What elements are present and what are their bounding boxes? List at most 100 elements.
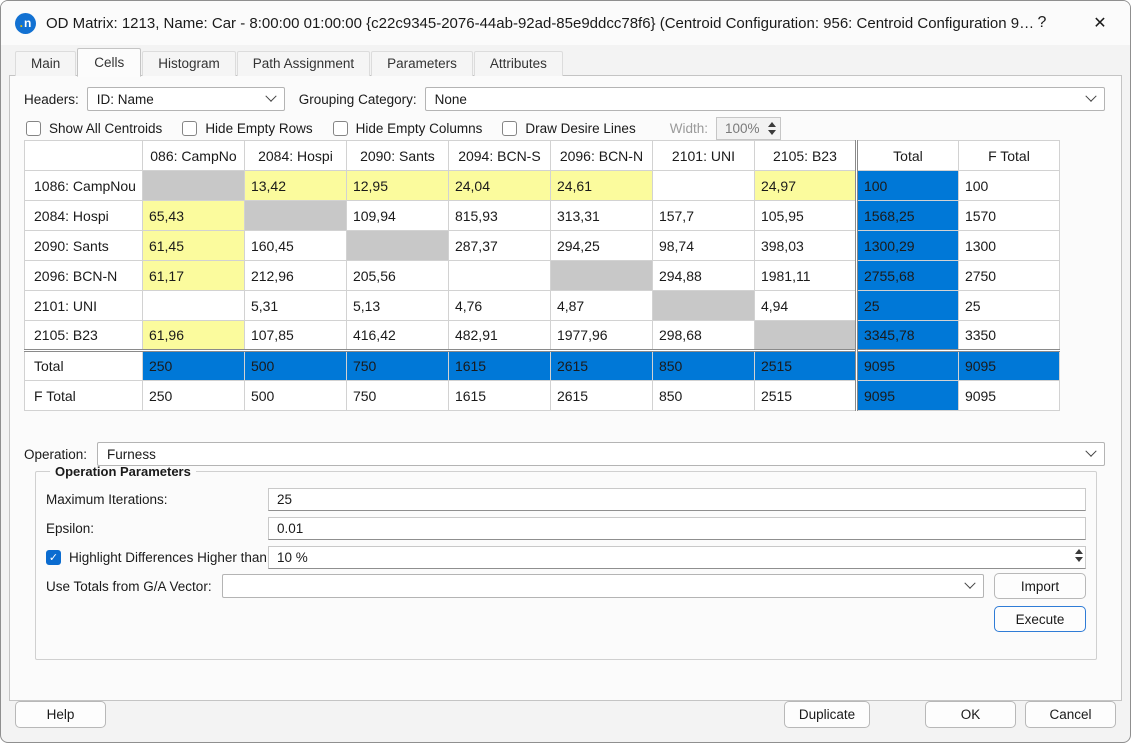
matrix-cell[interactable]: 205,56 — [345, 260, 449, 291]
matrix-col-header[interactable]: 2105: B23 — [753, 140, 857, 171]
matrix-cell[interactable]: 2615 — [549, 349, 653, 381]
matrix-cell[interactable]: 850 — [651, 349, 755, 381]
ok-button[interactable]: OK — [925, 701, 1016, 728]
matrix-col-header[interactable]: 2090: Sants — [345, 140, 449, 171]
matrix-cell[interactable]: 1615 — [447, 349, 551, 381]
checkbox-icon[interactable] — [332, 120, 348, 136]
matrix-cell[interactable]: 100 — [957, 170, 1060, 201]
matrix-cell[interactable]: 416,42 — [345, 320, 449, 351]
matrix-cell[interactable]: 157,7 — [651, 200, 755, 231]
matrix-cell[interactable]: 482,91 — [447, 320, 551, 351]
show-all-centroids-checkbox[interactable]: Show All Centroids — [26, 120, 162, 136]
tab-path-assignment[interactable]: Path Assignment — [236, 51, 371, 76]
matrix-cell[interactable]: 9095 — [957, 380, 1060, 411]
matrix-row-header[interactable]: 2105: B23 — [24, 320, 143, 351]
grouping-category-select[interactable]: None — [424, 87, 1105, 111]
matrix-cell[interactable]: 398,03 — [753, 230, 857, 261]
matrix-row-header[interactable]: Total — [24, 349, 143, 381]
matrix-cell[interactable] — [141, 290, 245, 321]
spin-down-icon[interactable] — [1075, 556, 1083, 562]
matrix-cell[interactable]: 61,96 — [141, 320, 245, 351]
matrix-row-header[interactable]: 2084: Hospi — [24, 200, 143, 231]
matrix-col-header[interactable]: Total — [854, 140, 959, 171]
matrix-cell[interactable]: 61,45 — [141, 230, 245, 261]
matrix-cell[interactable]: 294,25 — [549, 230, 653, 261]
tab-main[interactable]: Main — [15, 51, 77, 76]
spinner-arrows[interactable] — [1075, 548, 1083, 562]
width-spinner[interactable]: 100% — [715, 116, 781, 140]
matrix-row-header[interactable]: 1086: CampNou — [24, 170, 143, 201]
matrix-col-header[interactable]: 2094: BCN-S — [447, 140, 551, 171]
matrix-row-header[interactable]: 2096: BCN-N — [24, 260, 143, 291]
matrix-col-header[interactable]: F Total — [957, 140, 1060, 171]
matrix-cell[interactable]: 850 — [651, 380, 755, 411]
matrix-col-header[interactable]: 2084: Hospi — [243, 140, 347, 171]
matrix-row-header[interactable]: F Total — [24, 380, 143, 411]
matrix-cell[interactable]: 500 — [243, 349, 347, 381]
matrix-cell[interactable]: 1300,29 — [854, 230, 959, 261]
titlebar-help-button[interactable]: ? — [1026, 8, 1058, 38]
matrix-cell[interactable]: 3345,78 — [854, 320, 959, 351]
matrix-cell[interactable]: 287,37 — [447, 230, 551, 261]
matrix-cell[interactable]: 1300 — [957, 230, 1060, 261]
hide-empty-columns-checkbox[interactable]: Hide Empty Columns — [332, 120, 482, 136]
execute-button[interactable]: Execute — [994, 606, 1086, 632]
spin-up-icon[interactable] — [767, 121, 776, 127]
matrix-cell[interactable]: 25 — [957, 290, 1060, 321]
matrix-row-header[interactable]: 2090: Sants — [24, 230, 143, 261]
import-button[interactable]: Import — [994, 573, 1086, 599]
matrix-cell[interactable]: 160,45 — [243, 230, 347, 261]
matrix-cell[interactable]: 750 — [345, 349, 449, 381]
matrix-cell[interactable] — [651, 170, 755, 201]
matrix-cell[interactable]: 1568,25 — [854, 200, 959, 231]
operation-select[interactable]: Furness — [97, 442, 1105, 466]
matrix-cell[interactable]: 4,87 — [549, 290, 653, 321]
headers-select[interactable]: ID: Name — [86, 87, 285, 111]
matrix-cell[interactable]: 100 — [854, 170, 959, 201]
matrix-cell[interactable]: 1977,96 — [549, 320, 653, 351]
matrix-cell[interactable]: 298,68 — [651, 320, 755, 351]
matrix-cell[interactable]: 2615 — [549, 380, 653, 411]
tab-parameters[interactable]: Parameters — [371, 51, 473, 76]
matrix-cell[interactable]: 61,17 — [141, 260, 245, 291]
matrix-cell[interactable]: 250 — [141, 349, 245, 381]
matrix-cell[interactable]: 5,31 — [243, 290, 347, 321]
matrix-cell[interactable]: 294,88 — [651, 260, 755, 291]
matrix-col-header[interactable]: 2101: UNI — [651, 140, 755, 171]
matrix-cell[interactable]: 9095 — [957, 349, 1060, 381]
spin-down-icon[interactable] — [767, 129, 776, 135]
matrix-cell[interactable]: 109,94 — [345, 200, 449, 231]
matrix-cell[interactable]: 24,97 — [753, 170, 857, 201]
matrix-cell[interactable]: 105,95 — [753, 200, 857, 231]
matrix-cell[interactable]: 65,43 — [141, 200, 245, 231]
matrix-cell[interactable]: 212,96 — [243, 260, 347, 291]
matrix-cell[interactable]: 4,76 — [447, 290, 551, 321]
draw-desire-lines-checkbox[interactable]: Draw Desire Lines — [502, 120, 636, 136]
matrix-cell[interactable]: 250 — [141, 380, 245, 411]
matrix-cell[interactable]: 24,61 — [549, 170, 653, 201]
highlight-threshold-input[interactable] — [268, 545, 1086, 569]
help-button[interactable]: Help — [15, 701, 106, 728]
tab-cells[interactable]: Cells — [77, 48, 142, 77]
tab-attributes[interactable]: Attributes — [473, 51, 563, 76]
close-icon[interactable]: ✕ — [1084, 8, 1116, 38]
matrix-cell[interactable]: 13,42 — [243, 170, 347, 201]
checkbox-icon[interactable] — [26, 120, 41, 136]
matrix-row-header[interactable]: 2101: UNI — [24, 290, 143, 321]
ga-vector-select[interactable] — [222, 574, 984, 598]
matrix-col-header[interactable]: 086: CampNo — [141, 140, 245, 171]
matrix-cell[interactable]: 25 — [854, 290, 959, 321]
cancel-button[interactable]: Cancel — [1025, 701, 1116, 728]
matrix-cell[interactable]: 3350 — [957, 320, 1060, 351]
matrix-cell[interactable]: 2515 — [753, 380, 857, 411]
epsilon-input[interactable] — [268, 516, 1086, 540]
matrix-cell[interactable]: 9095 — [854, 380, 959, 411]
matrix-cell[interactable]: 9095 — [854, 349, 959, 381]
highlight-differences-checkbox[interactable] — [46, 549, 61, 565]
hide-empty-rows-checkbox[interactable]: Hide Empty Rows — [182, 120, 313, 136]
tab-histogram[interactable]: Histogram — [142, 51, 236, 76]
matrix-cell[interactable]: 1570 — [957, 200, 1060, 231]
matrix-cell[interactable]: 2755,68 — [854, 260, 959, 291]
matrix-cell[interactable]: 313,31 — [549, 200, 653, 231]
matrix-cell[interactable]: 24,04 — [447, 170, 551, 201]
